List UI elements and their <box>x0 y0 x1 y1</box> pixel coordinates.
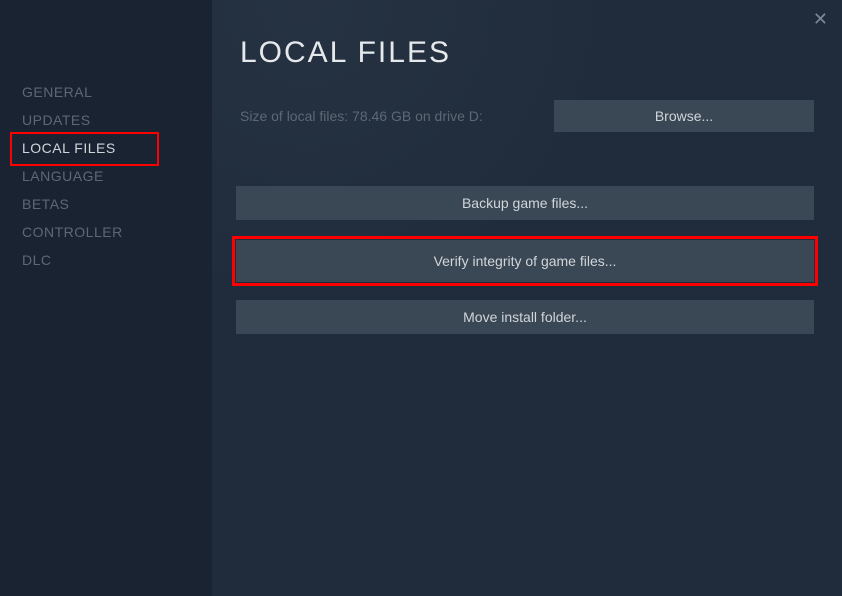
page-title: Local Files <box>212 0 842 70</box>
button-group: Backup game files... Verify integrity of… <box>212 132 842 334</box>
file-size-text: Size of local files: 78.46 GB on drive D… <box>222 108 534 124</box>
browse-button[interactable]: Browse... <box>554 100 814 132</box>
sidebar-item-local-files[interactable]: Local Files <box>0 134 212 162</box>
sidebar-item-general[interactable]: General <box>0 78 212 106</box>
close-icon[interactable]: ✕ <box>813 10 828 28</box>
sidebar-item-updates[interactable]: Updates <box>0 106 212 134</box>
sidebar-item-language[interactable]: Language <box>0 162 212 190</box>
verify-button[interactable]: Verify integrity of game files... <box>236 240 814 282</box>
move-button[interactable]: Move install folder... <box>236 300 814 334</box>
main-content: ✕ Local Files Size of local files: 78.46… <box>212 0 842 596</box>
backup-button[interactable]: Backup game files... <box>236 186 814 220</box>
sidebar-item-dlc[interactable]: DLC <box>0 246 212 274</box>
sidebar: General Updates Local Files Language Bet… <box>0 0 212 596</box>
file-info-row: Size of local files: 78.46 GB on drive D… <box>212 70 842 132</box>
sidebar-item-betas[interactable]: Betas <box>0 190 212 218</box>
sidebar-item-controller[interactable]: Controller <box>0 218 212 246</box>
